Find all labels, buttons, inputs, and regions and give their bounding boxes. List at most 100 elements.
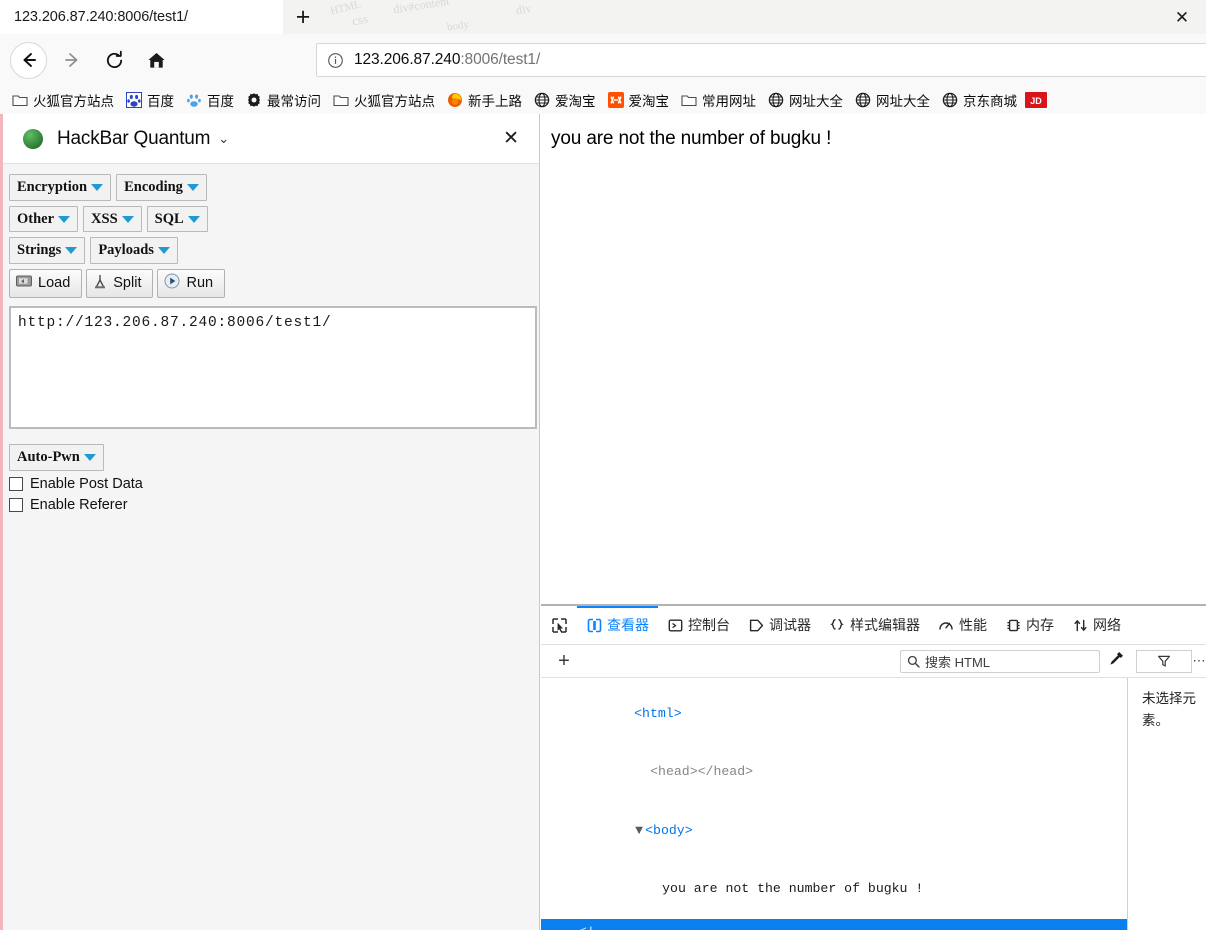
xss-label: XSS: [91, 210, 118, 227]
forward-button-icon[interactable]: [55, 43, 89, 77]
bookmark-item[interactable]: 常用网址: [675, 88, 762, 112]
payloads-menu-button[interactable]: Payloads: [90, 237, 178, 265]
browser-window: HTML css div#content body div <html> rul…: [0, 0, 1206, 930]
home-button-icon[interactable]: [139, 43, 173, 77]
new-tab-button[interactable]: +: [288, 2, 318, 32]
address-bar-text: 123.206.87.240:8006/test1/: [354, 51, 540, 69]
chevron-down-icon: [58, 215, 71, 223]
firefox-icon: [447, 92, 463, 108]
tab-performance-label: 性能: [959, 617, 987, 633]
tab-network-label: 网络: [1093, 617, 1121, 633]
page-content: you are not the number of bugku !: [541, 114, 1206, 601]
site-info-icon[interactable]: [325, 50, 345, 70]
chevron-down-icon: [65, 247, 78, 255]
dom-node-html[interactable]: <html>: [541, 684, 1127, 743]
dom-node-body[interactable]: ▼ <body>: [541, 801, 1127, 860]
close-tab-icon[interactable]: ✕: [1172, 7, 1192, 27]
bookmark-item[interactable]: 网址大全: [849, 88, 936, 112]
devtools-tabbar: 查看器 控制台 调试器 样式编辑器 性能 内存 网络: [541, 606, 1206, 645]
filter-icon[interactable]: [1136, 649, 1192, 673]
bookmark-item[interactable]: 百度: [180, 88, 240, 112]
bookmark-item[interactable]: 最常访问: [240, 88, 327, 112]
tab-memory[interactable]: 内存: [996, 606, 1063, 644]
hackbar-menu-row: Encryption Encoding: [9, 174, 533, 201]
bookmark-item[interactable]: 百度: [120, 88, 180, 112]
close-icon[interactable]: ✕: [503, 129, 527, 148]
sql-label: SQL: [154, 210, 184, 227]
add-new-node-button[interactable]: +: [549, 650, 579, 673]
console-icon: [667, 617, 683, 633]
element-picker-icon[interactable]: [541, 606, 577, 644]
bookmark-item[interactable]: 火狐官方站点: [6, 88, 120, 112]
style-editor-icon: [829, 617, 845, 633]
sql-menu-button[interactable]: SQL: [146, 205, 208, 233]
url-textarea[interactable]: [9, 306, 537, 430]
bookmark-label: 京东商城: [963, 94, 1017, 109]
bookmark-item[interactable]: 爱淘宝: [528, 88, 602, 112]
devtools-subtoolbar: + 搜索 HTML ⋯: [541, 645, 1206, 678]
taobao-orange-icon: [607, 92, 624, 108]
checkbox-box: [9, 476, 23, 491]
hackbar-title: HackBar Quantum: [57, 127, 211, 149]
bookmark-item[interactable]: 京东商城: [936, 88, 1023, 112]
bookmark-item[interactable]: 网址大全: [762, 88, 849, 112]
devtools-more-options-button[interactable]: ⋯: [1192, 653, 1206, 669]
chevron-down-icon: [83, 453, 96, 461]
encryption-menu-button[interactable]: Encryption: [9, 174, 112, 201]
bookmark-item[interactable]: 爱淘宝: [602, 88, 676, 112]
load-button[interactable]: Load: [9, 269, 83, 299]
xss-menu-button[interactable]: XSS: [83, 205, 142, 233]
chevron-down-icon[interactable]: ⌄: [218, 131, 229, 147]
dom-node-body-label: <body>: [645, 822, 693, 838]
chevron-down-icon: [186, 183, 199, 191]
address-host: 123.206.87.240: [354, 51, 461, 68]
bookmark-item[interactable]: JD: [1023, 88, 1049, 112]
dom-node-head[interactable]: <head></head>: [541, 743, 1127, 802]
dom-node-text[interactable]: you are not the number of bugku !: [541, 860, 1127, 919]
hackbar-menu-row: Other XSS SQL: [9, 205, 533, 233]
tab-debugger[interactable]: 调试器: [739, 606, 820, 644]
enable-post-data-label: Enable Post Data: [30, 475, 143, 492]
bookmark-item[interactable]: 火狐官方站点: [327, 88, 441, 112]
address-bar[interactable]: 123.206.87.240:8006/test1/: [316, 43, 1206, 77]
browser-tab[interactable]: 123.206.87.240:8006/test1/: [0, 0, 283, 34]
bookmark-item[interactable]: 新手上路: [441, 88, 528, 112]
split-button[interactable]: Split: [86, 269, 154, 299]
auto-pwn-label: Auto-Pwn: [17, 449, 80, 466]
tab-inspector[interactable]: 查看器: [577, 606, 658, 644]
other-menu-button[interactable]: Other: [9, 205, 79, 233]
encoding-menu-button[interactable]: Encoding: [116, 174, 207, 201]
strings-label: Strings: [17, 242, 62, 259]
eyedropper-icon[interactable]: [1100, 650, 1132, 672]
dom-node-comment-selected[interactable]: <!-- $user = $_GET["txt"]; $file = $_GET…: [541, 919, 1127, 930]
tab-network[interactable]: 网络: [1063, 606, 1130, 644]
split-label: Split: [113, 275, 142, 292]
hackbar-action-row: Load Split Run: [9, 269, 533, 299]
jd-icon: JD: [1025, 92, 1047, 108]
tab-console[interactable]: 控制台: [658, 606, 739, 644]
encryption-label: Encryption: [17, 179, 88, 195]
tab-style-editor-label: 样式编辑器: [850, 617, 920, 633]
auto-pwn-button[interactable]: Auto-Pwn: [9, 444, 104, 471]
enable-referer-checkbox[interactable]: Enable Referer: [9, 497, 533, 513]
run-button[interactable]: Run: [157, 269, 226, 299]
hackbar-menu-area: Encryption Encoding Other XSS SQL String…: [3, 164, 539, 299]
memory-icon: [1005, 617, 1021, 633]
chevron-down-icon: [121, 215, 134, 223]
devtools-search-input[interactable]: 搜索 HTML: [900, 649, 1100, 673]
back-button-icon[interactable]: [10, 41, 47, 79]
search-icon: [907, 655, 920, 668]
enable-post-data-checkbox[interactable]: Enable Post Data: [9, 476, 533, 492]
bookmark-label: 火狐官方站点: [354, 94, 435, 109]
dom-tree: <html> <head></head> ▼ <body> you are not…: [541, 678, 1128, 930]
strings-menu-button[interactable]: Strings: [9, 237, 86, 265]
bookmark-label: 网址大全: [876, 94, 930, 109]
tab-style-editor[interactable]: 样式编辑器: [820, 606, 929, 644]
reload-button-icon[interactable]: [97, 43, 131, 77]
baidu-paw-blue-icon: [126, 92, 142, 108]
hackbar-header: HackBar Quantum ⌄ ✕: [3, 114, 539, 164]
hackbar-panel: HackBar Quantum ⌄ ✕ Encryption Encoding …: [0, 114, 540, 930]
load-icon: [16, 274, 32, 292]
expand-twisty-icon[interactable]: ▼: [635, 821, 645, 841]
tab-performance[interactable]: 性能: [929, 606, 996, 644]
